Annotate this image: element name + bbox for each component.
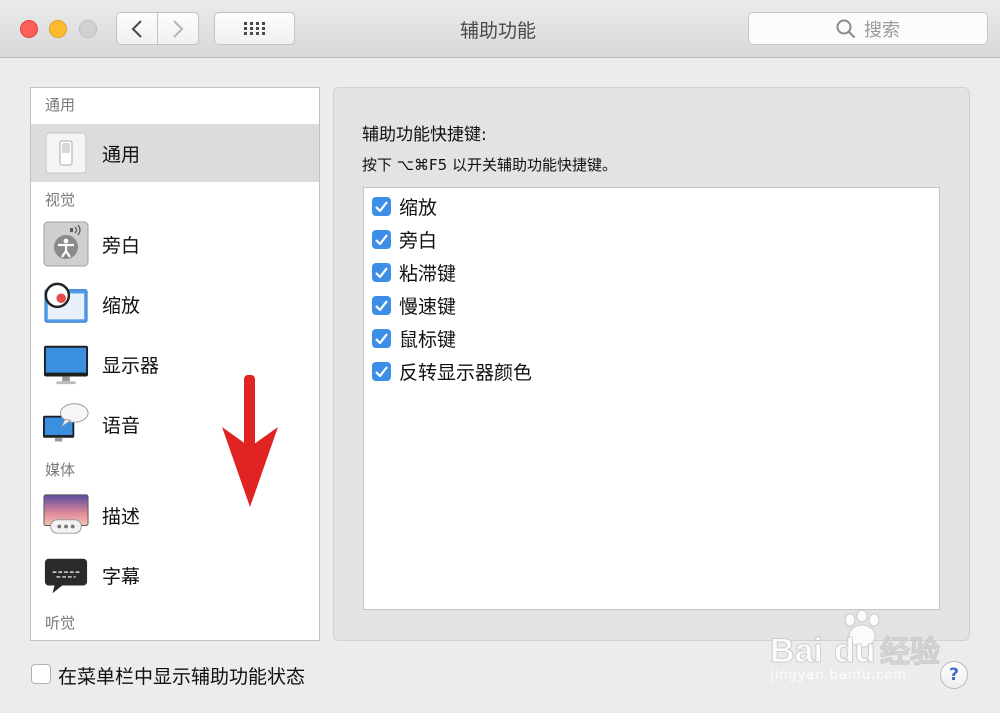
back-button[interactable] bbox=[116, 12, 158, 45]
search-icon bbox=[836, 19, 856, 38]
sidebar-item-voiceover[interactable]: 旁白 bbox=[31, 215, 319, 273]
checkmark-icon bbox=[375, 200, 388, 212]
sidebar-item-captions[interactable]: 字幕 bbox=[31, 546, 319, 604]
checkbox-checked[interactable] bbox=[372, 229, 391, 249]
window-title: 辅助功能 bbox=[459, 20, 536, 42]
option-slow-keys[interactable]: 慢速键 bbox=[372, 291, 456, 319]
chevron-left-icon bbox=[131, 19, 142, 38]
sidebar-item-label: 旁白 bbox=[102, 234, 141, 257]
checkbox-checked[interactable] bbox=[372, 361, 391, 381]
speech-icon bbox=[43, 401, 89, 447]
checkbox-checked[interactable] bbox=[372, 328, 391, 348]
option-invert-colors[interactable]: 反转显示器颜色 bbox=[372, 357, 532, 385]
checkmark-icon bbox=[375, 233, 388, 245]
sidebar-item-zoom[interactable]: 缩放 bbox=[31, 275, 319, 333]
option-label: 反转显示器颜色 bbox=[399, 361, 533, 384]
checkbox-checked[interactable] bbox=[372, 295, 391, 315]
sidebar-item-general[interactable]: 通用 bbox=[31, 124, 319, 182]
sidebar-item-label: 缩放 bbox=[102, 294, 141, 317]
sidebar-item-label: 语音 bbox=[102, 414, 141, 437]
option-label: 慢速键 bbox=[399, 295, 457, 318]
option-label: 缩放 bbox=[399, 196, 438, 219]
sidebar-item-label: 通用 bbox=[102, 143, 141, 166]
section-header-vision: 视觉 bbox=[45, 191, 76, 209]
option-label: 鼠标键 bbox=[399, 328, 457, 351]
title-bar: 辅助功能 搜索 bbox=[0, 0, 1000, 58]
zoom-window-button[interactable] bbox=[79, 20, 97, 38]
shortcut-options-list[interactable]: 缩放 旁白 粘滞键 慢速键 鼠标键 反转显示器颜色 bbox=[363, 187, 940, 610]
checkmark-icon bbox=[375, 299, 388, 311]
forward-button[interactable] bbox=[157, 12, 199, 45]
checkmark-icon bbox=[375, 365, 388, 377]
voiceover-icon bbox=[43, 221, 89, 267]
option-label: 粘滞键 bbox=[399, 262, 457, 285]
display-icon bbox=[43, 341, 89, 387]
captions-icon bbox=[43, 552, 89, 598]
minimize-window-button[interactable] bbox=[49, 20, 67, 38]
close-window-button[interactable] bbox=[20, 20, 38, 38]
checkmark-icon bbox=[375, 266, 388, 278]
chevron-right-icon bbox=[173, 19, 184, 38]
search-field[interactable]: 搜索 bbox=[748, 12, 988, 45]
svg-text:经验: 经验 bbox=[880, 635, 940, 670]
option-sticky-keys[interactable]: 粘滞键 bbox=[372, 258, 456, 286]
sidebar-item-label: 描述 bbox=[102, 505, 141, 528]
panel-title: 辅助功能快捷键: bbox=[362, 125, 487, 145]
descriptions-icon bbox=[43, 492, 89, 538]
checkmark-icon bbox=[375, 332, 388, 344]
option-label: 旁白 bbox=[399, 229, 438, 252]
svg-text:Bai: Bai bbox=[770, 632, 823, 670]
show-in-menubar-checkbox[interactable] bbox=[31, 664, 51, 684]
section-header-hearing: 听觉 bbox=[45, 614, 76, 632]
switch-icon bbox=[43, 130, 89, 176]
panel-subtitle: 按下 ⌥⌘F5 以开关辅助功能快捷键。 bbox=[362, 156, 617, 174]
baidu-watermark-logo: Bai du 经验 bbox=[770, 610, 941, 670]
checkbox-checked[interactable] bbox=[372, 196, 391, 216]
grid-icon bbox=[243, 21, 265, 35]
show-in-menubar-label: 在菜单栏中显示辅助功能状态 bbox=[58, 666, 306, 688]
zoom-icon bbox=[43, 281, 89, 327]
option-mouse-keys[interactable]: 鼠标键 bbox=[372, 324, 456, 352]
sidebar-item-label: 显示器 bbox=[102, 354, 160, 377]
section-header-media: 媒体 bbox=[45, 461, 76, 479]
scroll-down-arrow-icon bbox=[222, 375, 278, 507]
show-all-button[interactable] bbox=[214, 12, 295, 45]
watermark-url: jingyan.baidu.com bbox=[770, 668, 907, 683]
option-zoom[interactable]: 缩放 bbox=[372, 192, 437, 220]
checkbox-checked[interactable] bbox=[372, 262, 391, 282]
section-header-general: 通用 bbox=[45, 96, 76, 114]
sidebar[interactable]: 通用 通用 视觉 旁白 缩放 显示器 语音 媒体 描述 字幕 听觉 bbox=[30, 87, 320, 641]
help-button[interactable]: ? bbox=[940, 661, 968, 689]
option-voiceover[interactable]: 旁白 bbox=[372, 225, 437, 253]
sidebar-item-label: 字幕 bbox=[102, 565, 141, 588]
search-placeholder: 搜索 bbox=[864, 19, 900, 41]
svg-text:du: du bbox=[834, 632, 876, 670]
